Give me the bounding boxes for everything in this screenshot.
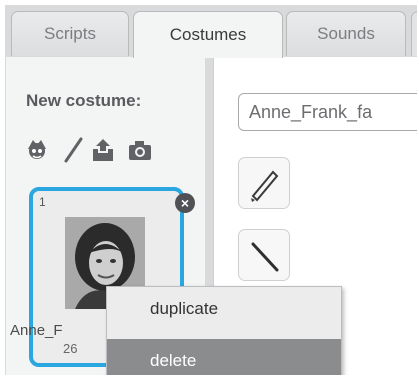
tab-sounds[interactable]: Sounds	[286, 11, 406, 56]
costume-name: Anne_F	[10, 322, 63, 339]
upload-icon[interactable]	[90, 137, 116, 163]
tab-costumes-label: Costumes	[169, 25, 247, 44]
line-icon	[251, 242, 279, 272]
menu-item-duplicate[interactable]: duplicate	[107, 287, 341, 331]
costume-size: 26	[63, 341, 78, 356]
brush-tool-button[interactable]	[238, 157, 290, 209]
tab-sounds-label: Sounds	[317, 24, 375, 43]
tab-costumes[interactable]: Costumes	[133, 11, 283, 58]
tab-partial[interactable]	[411, 11, 417, 56]
editor-frame: Scripts Costumes Sounds New costume: 1 ×…	[5, 5, 417, 375]
character-icon[interactable]	[24, 137, 50, 163]
paintbrush-icon[interactable]	[61, 137, 87, 163]
brush-icon	[251, 170, 279, 202]
camera-icon[interactable]	[127, 137, 153, 163]
new-costume-label: New costume:	[26, 91, 142, 110]
costume-name-field[interactable]: Anne_Frank_fa	[238, 93, 417, 131]
line-tool-button[interactable]	[238, 229, 290, 281]
costume-number: 1	[39, 195, 46, 209]
menu-item-delete[interactable]: delete	[107, 339, 341, 375]
tab-scripts[interactable]: Scripts	[11, 11, 129, 56]
context-menu: duplicate delete	[106, 286, 342, 375]
close-icon[interactable]: ×	[175, 193, 195, 213]
tab-scripts-label: Scripts	[44, 24, 96, 43]
